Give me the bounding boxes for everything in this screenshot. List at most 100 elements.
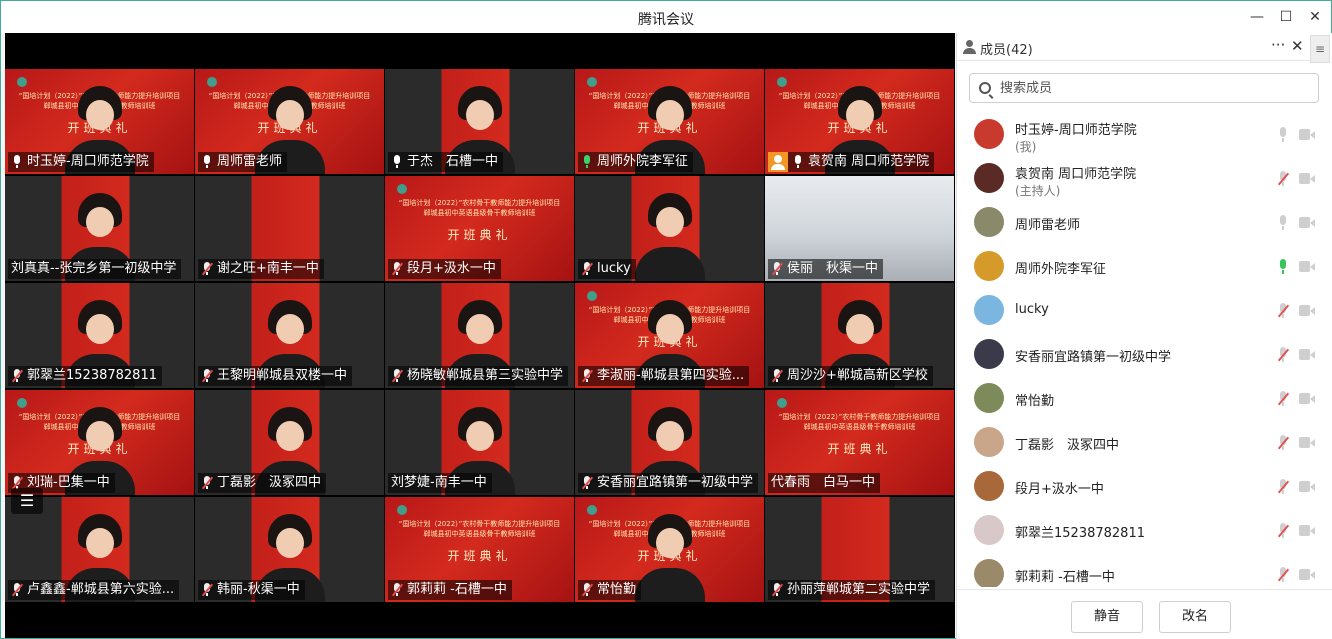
video-tile[interactable]: “国培计划（2022）”农村骨干教师能力提升培训项目郸城县初中英语县级骨干教师培… xyxy=(765,69,954,174)
participant-name-label: 周沙沙+郸城高新区学校 xyxy=(768,366,933,386)
video-tile[interactable]: 王黎明郸城县双楼一中 xyxy=(195,283,384,388)
member-row[interactable]: 安香丽宜路镇第一初级中学 xyxy=(957,333,1332,377)
school-logo-icon xyxy=(587,77,597,87)
participant-name: 刘梦婕-南丰一中 xyxy=(391,475,487,490)
mic-muted-icon[interactable] xyxy=(1277,435,1290,451)
video-tile[interactable]: 于杰 石槽一中 xyxy=(385,69,574,174)
video-tile[interactable]: 周沙沙+郸城高新区学校 xyxy=(765,283,954,388)
participant-name: 侯丽 秋渠一中 xyxy=(787,261,879,276)
mic-speaking-icon[interactable] xyxy=(1277,259,1289,275)
mic-muted-icon[interactable] xyxy=(1277,171,1290,187)
panel-side-tab[interactable]: ≡ xyxy=(1310,35,1330,63)
participant-name: 杨晓敏郸城县第三实验中学 xyxy=(407,368,564,383)
mic-muted-icon xyxy=(201,369,214,383)
members-panel: 成员(42) ··· ✕ ≡ 时玉婷-周口师范学院 (我) 袁贺南 周口师范学院 (主… xyxy=(956,33,1332,639)
camera-icon[interactable] xyxy=(1299,305,1315,316)
member-row[interactable]: 郭翠兰15238782811 xyxy=(957,509,1332,553)
mic-muted-icon[interactable] xyxy=(1277,303,1290,319)
mic-muted-icon xyxy=(201,262,214,276)
mic-icon xyxy=(792,155,804,169)
camera-icon[interactable] xyxy=(1299,129,1315,140)
participant-name: 安香丽宜路镇第一初级中学 xyxy=(597,475,754,490)
video-tile[interactable]: 郭翠兰15238782811 xyxy=(5,283,194,388)
mic-muted-icon[interactable] xyxy=(1277,567,1290,583)
member-row[interactable]: 周师外院李军征 xyxy=(957,245,1332,289)
avatar xyxy=(974,559,1004,587)
mic-muted-icon[interactable] xyxy=(1277,479,1290,495)
mic-icon xyxy=(11,155,23,169)
video-tile[interactable]: 刘真真--张完乡第一初级中学 xyxy=(5,176,194,281)
video-tile[interactable]: “国培计划（2022）”农村骨干教师能力提升培训项目郸城县初中英语县级骨干教师培… xyxy=(385,497,574,602)
member-row[interactable]: 时玉婷-周口师范学院 (我) xyxy=(957,113,1332,157)
participant-name: 孙丽萍郸城第二实验中学 xyxy=(787,582,931,597)
video-tile[interactable]: 刘梦婕-南丰一中 xyxy=(385,390,574,495)
video-tile[interactable]: 谢之旺+南丰一中 xyxy=(195,176,384,281)
participant-name: 周师雷老师 xyxy=(217,154,283,169)
mic-speaking-icon xyxy=(581,155,593,169)
participant-name-label: 韩丽-秋渠一中 xyxy=(198,580,305,600)
member-row[interactable]: 袁贺南 周口师范学院 (主持人) xyxy=(957,157,1332,201)
host-icon xyxy=(768,152,788,172)
video-tile[interactable]: “国培计划（2022）”农村骨干教师能力提升培训项目郸城县初中英语县级骨干教师培… xyxy=(575,69,764,174)
member-row[interactable]: 段月+汲水一中 xyxy=(957,465,1332,509)
member-row[interactable]: 常怡勤 xyxy=(957,377,1332,421)
rename-button[interactable]: 改名 xyxy=(1159,601,1231,633)
camera-icon[interactable] xyxy=(1299,525,1315,536)
participant-name-label: 王黎明郸城县双楼一中 xyxy=(198,366,353,386)
avatar xyxy=(974,163,1004,193)
mic-muted-icon[interactable] xyxy=(1277,391,1290,407)
mic-icon[interactable] xyxy=(1277,127,1289,143)
video-tile[interactable]: “国培计划（2022）”农村骨干教师能力提升培训项目郸城县初中英语县级骨干教师培… xyxy=(385,176,574,281)
close-window-button[interactable]: ✕ xyxy=(1305,7,1325,27)
search-input[interactable] xyxy=(1000,78,1300,98)
maximize-button[interactable]: ☐ xyxy=(1276,7,1296,27)
mic-icon[interactable] xyxy=(1277,215,1289,231)
participant-name-label: 袁贺南 周口师范学院 xyxy=(768,152,935,172)
mute-all-button[interactable]: 静音 xyxy=(1071,601,1143,633)
video-tile[interactable]: 孙丽萍郸城第二实验中学 xyxy=(765,497,954,602)
camera-icon[interactable] xyxy=(1299,217,1315,228)
participant-name: lucky xyxy=(597,261,631,276)
video-tile[interactable]: 丁磊影 汲冢四中 xyxy=(195,390,384,495)
camera-icon[interactable] xyxy=(1299,393,1315,404)
video-tile[interactable]: “国培计划（2022）”农村骨干教师能力提升培训项目郸城县初中英语县级骨干教师培… xyxy=(575,283,764,388)
camera-icon[interactable] xyxy=(1299,349,1315,360)
school-logo-icon xyxy=(777,77,787,87)
camera-icon[interactable] xyxy=(1299,481,1315,492)
close-panel-icon[interactable]: ✕ xyxy=(1291,37,1304,55)
mic-muted-icon[interactable] xyxy=(1277,523,1290,539)
participant-name: 郭莉莉 -石槽一中 xyxy=(407,582,507,597)
video-grid: “国培计划（2022）”农村骨干教师能力提升培训项目郸城县初中英语县级骨干教师培… xyxy=(5,69,955,603)
video-tile[interactable]: “国培计划（2022）”农村骨干教师能力提升培训项目郸城县初中英语县级骨干教师培… xyxy=(5,390,194,495)
video-tile[interactable]: 侯丽 秋渠一中 xyxy=(765,176,954,281)
video-tile[interactable]: 韩丽-秋渠一中 xyxy=(195,497,384,602)
list-view-icon[interactable]: ☰ xyxy=(11,488,43,514)
mic-muted-icon[interactable] xyxy=(1277,347,1290,363)
member-row[interactable]: 丁磊影 汲冢四中 xyxy=(957,421,1332,465)
camera-icon[interactable] xyxy=(1299,569,1315,580)
participant-name-label: 郭翠兰15238782811 xyxy=(8,366,162,386)
more-options-icon[interactable]: ··· xyxy=(1271,36,1285,54)
member-row[interactable]: 郭莉莉 -石槽一中 xyxy=(957,553,1332,587)
minimize-button[interactable]: — xyxy=(1247,7,1267,27)
members-panel-header: 成员(42) ··· ✕ xyxy=(957,33,1310,61)
video-tile[interactable]: “国培计划（2022）”农村骨干教师能力提升培训项目郸城县初中英语县级骨干教师培… xyxy=(195,69,384,174)
camera-icon[interactable] xyxy=(1299,173,1315,184)
video-tile[interactable]: “国培计划（2022）”农村骨干教师能力提升培训项目郸城县初中英语县级骨干教师培… xyxy=(5,69,194,174)
member-name: 丁磊影 汲冢四中 xyxy=(1015,438,1120,453)
camera-icon[interactable] xyxy=(1299,437,1315,448)
video-tile[interactable]: lucky xyxy=(575,176,764,281)
video-tile[interactable]: “国培计划（2022）”农村骨干教师能力提升培训项目郸城县初中英语县级骨干教师培… xyxy=(765,390,954,495)
camera-icon[interactable] xyxy=(1299,261,1315,272)
member-row[interactable]: 周师雷老师 xyxy=(957,201,1332,245)
avatar xyxy=(974,251,1004,281)
title-bar: 腾讯会议 — ☐ ✕ xyxy=(1,1,1331,33)
member-name: 段月+汲水一中 xyxy=(1015,482,1104,497)
video-tile[interactable]: 杨晓敏郸城县第三实验中学 xyxy=(385,283,574,388)
participant-name-label: lucky xyxy=(578,259,636,279)
video-tile[interactable]: 安香丽宜路镇第一初级中学 xyxy=(575,390,764,495)
member-search[interactable] xyxy=(969,73,1319,103)
member-row[interactable]: lucky xyxy=(957,289,1332,333)
participant-name: 李淑丽-郸城县第四实验... xyxy=(597,368,745,383)
video-tile[interactable]: “国培计划（2022）”农村骨干教师能力提升培训项目郸城县初中英语县级骨干教师培… xyxy=(575,497,764,602)
